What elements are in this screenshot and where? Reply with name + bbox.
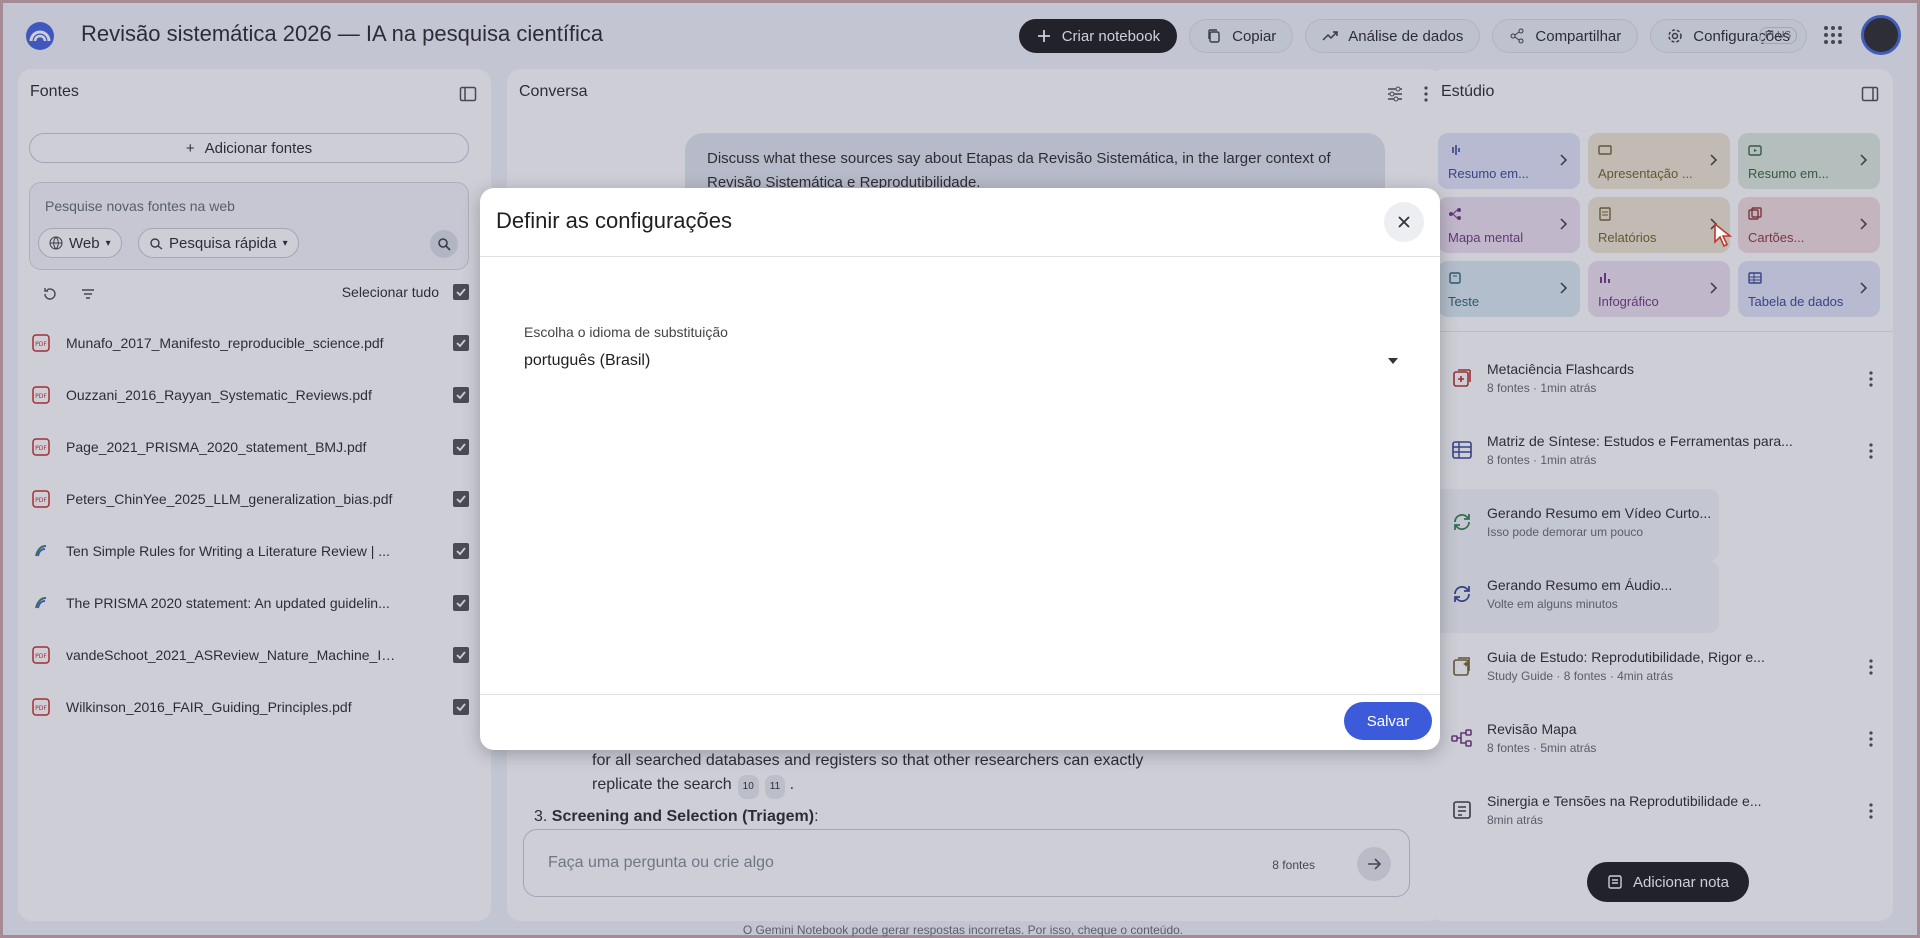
dropdown-arrow-icon — [1388, 358, 1398, 364]
language-selected-value: português (Brasil) — [524, 352, 651, 369]
language-field-label: Escolha o idioma de substituição — [524, 324, 728, 340]
language-select[interactable]: português (Brasil) — [524, 346, 1398, 376]
dialog-divider — [480, 694, 1440, 695]
dialog-divider — [480, 256, 1440, 257]
close-icon — [1398, 216, 1410, 228]
dialog-title: Definir as configurações — [496, 208, 733, 233]
settings-dialog: Definir as configurações Escolha o idiom… — [480, 188, 1440, 750]
mouse-pointer-icon — [1714, 222, 1733, 248]
save-button[interactable]: Salvar — [1344, 702, 1432, 740]
close-button[interactable] — [1384, 202, 1424, 242]
